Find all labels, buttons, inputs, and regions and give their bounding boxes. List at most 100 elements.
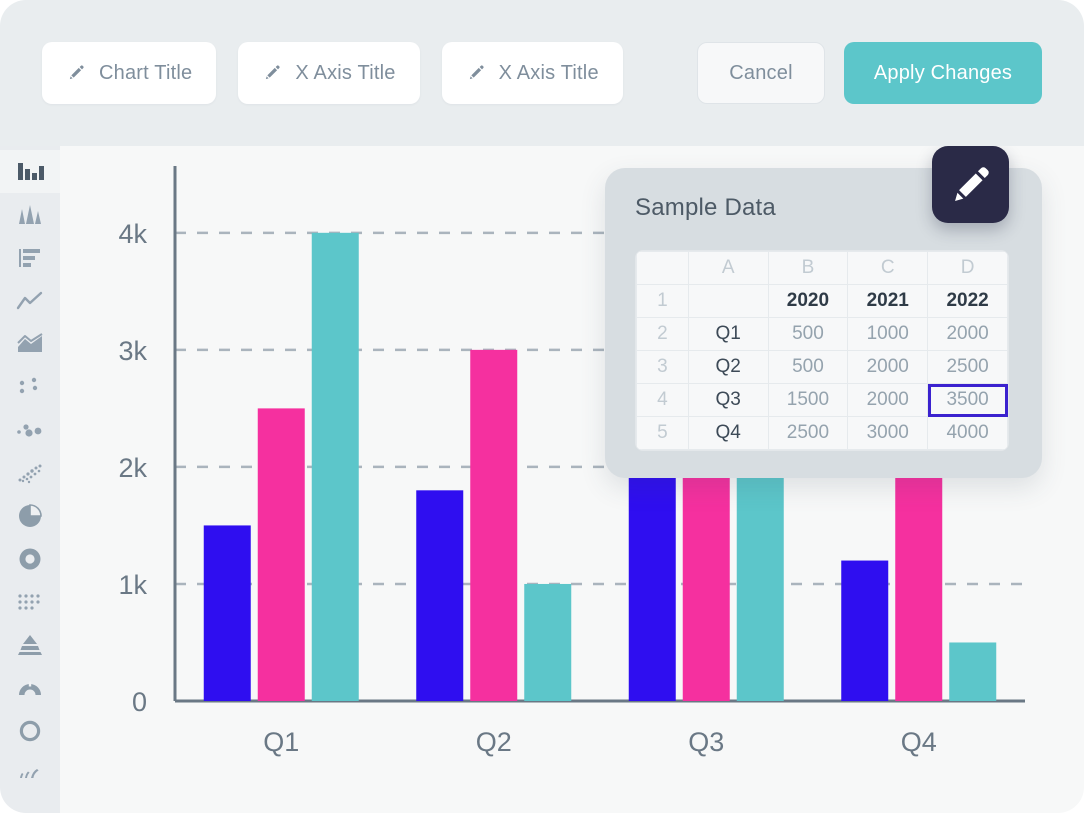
chart-type-sidebar	[0, 146, 60, 813]
sheet-cell[interactable]: 500	[767, 350, 849, 384]
sidebar-item-bubble-chart[interactable]	[0, 408, 60, 451]
chart-bar[interactable]	[524, 583, 572, 701]
chart-title-chip-label: Chart Title	[99, 61, 193, 84]
sheet-row[interactable]: 3 Q2 500 2000 2500	[636, 350, 1008, 384]
chart-canvas: 0 1k 2k 3k 4k Q1 Q2 Q3 Q4 Sample Data A B	[60, 146, 1084, 813]
sheet-row-header[interactable]: 5	[636, 416, 689, 450]
sample-data-title: Sample Data	[635, 194, 776, 221]
sheet-row[interactable]: 5 Q4 2500 3000 4000	[636, 416, 1008, 450]
column-spike-chart-icon	[19, 204, 41, 224]
pencil-icon	[954, 166, 989, 201]
y-axis-tick-label: 1k	[118, 570, 147, 600]
chart-bar[interactable]	[257, 408, 305, 701]
pencil-icon	[69, 65, 84, 80]
pie-chart-icon	[19, 503, 42, 527]
sidebar-item-dot-matrix-chart[interactable]	[0, 580, 60, 623]
x-axis-tick-label: Q3	[688, 727, 724, 757]
x-axis-tick-label: Q1	[263, 727, 299, 757]
gauge-chart-icon	[19, 681, 41, 695]
sheet-cell[interactable]: 1500	[767, 383, 849, 417]
sheet-cell[interactable]: 2021	[847, 284, 929, 318]
apply-changes-button[interactable]: Apply Changes	[844, 42, 1042, 104]
sheet-cell[interactable]: 4000	[927, 416, 1008, 450]
pencil-icon	[266, 65, 280, 80]
sidebar-item-dot-density-chart[interactable]	[0, 451, 60, 494]
sheet-row-header[interactable]: 3	[636, 350, 689, 384]
sidebar-item-donut-chart[interactable]	[0, 537, 60, 580]
sidebar-item-gauge-chart[interactable]	[0, 666, 60, 709]
sheet-col-header-b[interactable]: B	[767, 251, 849, 285]
sheet-header-row: A B C D	[636, 251, 1008, 285]
sheet-cell[interactable]: Q1	[687, 317, 769, 351]
sheet-row-header[interactable]: 2	[636, 317, 689, 351]
sidebar-item-pie-chart[interactable]	[0, 494, 60, 537]
sheet-cell[interactable]	[687, 284, 769, 318]
sidebar-item-ring-chart[interactable]	[0, 709, 60, 752]
x-axis-title-chip-2-label: X Axis Title	[498, 61, 599, 84]
donut-chart-icon	[19, 548, 41, 569]
sheet-row-header[interactable]: 1	[636, 284, 689, 318]
sheet-body: 1 2020 2021 2022 2 Q1 500 1000 2000 3 Q2 500 2000 250…	[636, 284, 1008, 450]
sheet-row[interactable]: 1 2020 2021 2022	[636, 284, 1008, 318]
sheet-cell[interactable]: 2500	[927, 350, 1008, 384]
chart-bar[interactable]	[416, 490, 464, 701]
y-axis-tick-label: 4k	[118, 219, 147, 249]
sidebar-item-area-chart[interactable]	[0, 322, 60, 365]
sheet-cell[interactable]: 3500	[927, 383, 1008, 417]
sheet-cell[interactable]: 2022	[927, 284, 1008, 318]
dot-density-chart-icon	[18, 464, 42, 483]
ring-chart-icon	[19, 720, 41, 741]
sheet-cell[interactable]: 3000	[847, 416, 929, 450]
sidebar-item-bar-chart[interactable]	[0, 150, 60, 193]
sheet-cell[interactable]: 500	[767, 317, 849, 351]
line-chart-icon	[16, 291, 43, 309]
sheet-cell[interactable]: 2020	[767, 284, 849, 318]
sheet-row-header[interactable]: 4	[636, 383, 689, 417]
chart-bar[interactable]	[841, 560, 889, 701]
sheet-cell[interactable]: Q3	[687, 383, 769, 417]
sidebar-item-sparkline-chart[interactable]	[0, 752, 60, 795]
sheet-cell[interactable]: Q4	[687, 416, 769, 450]
y-axis-tick-label: 2k	[118, 453, 147, 483]
x-axis-title-chip-2[interactable]: X Axis Title	[441, 42, 623, 104]
x-axis-tick-label: Q2	[476, 727, 512, 757]
sheet-cell[interactable]: 2500	[767, 416, 849, 450]
bubble-chart-icon	[17, 423, 42, 437]
sheet-col-header-d[interactable]: D	[927, 251, 1008, 285]
sample-data-table[interactable]: A B C D 1 2020 2021 2022 2 Q1 500 1000 2000 3 Q2 50…	[636, 251, 1008, 450]
sheet-cell[interactable]: 2000	[927, 317, 1008, 351]
sidebar-item-horizontal-bar-chart[interactable]	[0, 236, 60, 279]
chart-bar[interactable]	[203, 525, 251, 701]
sheet-col-header-c[interactable]: C	[847, 251, 929, 285]
sheet-col-header-a[interactable]: A	[687, 251, 769, 285]
cancel-button[interactable]: Cancel	[697, 42, 825, 104]
sheet-row[interactable]: 2 Q1 500 1000 2000	[636, 317, 1008, 351]
edit-data-button[interactable]	[932, 146, 1009, 223]
chart-bar[interactable]	[949, 642, 997, 701]
dot-matrix-chart-icon	[18, 593, 40, 610]
chart-title-chip[interactable]: Chart Title	[42, 42, 217, 104]
sheet-cell[interactable]: 1000	[847, 317, 929, 351]
sheet-cell[interactable]: Q2	[687, 350, 769, 384]
sheet-corner-cell	[636, 251, 689, 285]
chart-bar[interactable]	[470, 349, 518, 701]
y-axis-tick-label: 0	[132, 687, 147, 717]
sheet-cell[interactable]: 2000	[847, 383, 929, 417]
sidebar-item-scatter-plot[interactable]	[0, 365, 60, 408]
x-axis-title-chip-1-label: X Axis Title	[295, 61, 396, 84]
chart-bar[interactable]	[311, 232, 359, 701]
sheet-cell[interactable]: 2000	[847, 350, 929, 384]
sidebar-item-column-spike-chart[interactable]	[0, 193, 60, 236]
sidebar-item-line-chart[interactable]	[0, 279, 60, 322]
x-axis-tick-label: Q4	[901, 727, 937, 757]
x-axis-title-chip-1[interactable]: X Axis Title	[238, 42, 420, 104]
sheet-row[interactable]: 4 Q3 1500 2000 3500	[636, 383, 1008, 417]
top-toolbar: Chart Title X Axis Title X Axis Title Ca…	[0, 0, 1084, 146]
pencil-icon	[469, 65, 484, 80]
area-chart-icon	[17, 332, 43, 352]
sidebar-item-pyramid-chart[interactable]	[0, 623, 60, 666]
pyramid-chart-icon	[18, 634, 42, 655]
bar-chart-icon	[17, 162, 44, 180]
horizontal-bar-chart-icon	[19, 248, 40, 267]
sparkline-chart-icon	[20, 768, 39, 778]
